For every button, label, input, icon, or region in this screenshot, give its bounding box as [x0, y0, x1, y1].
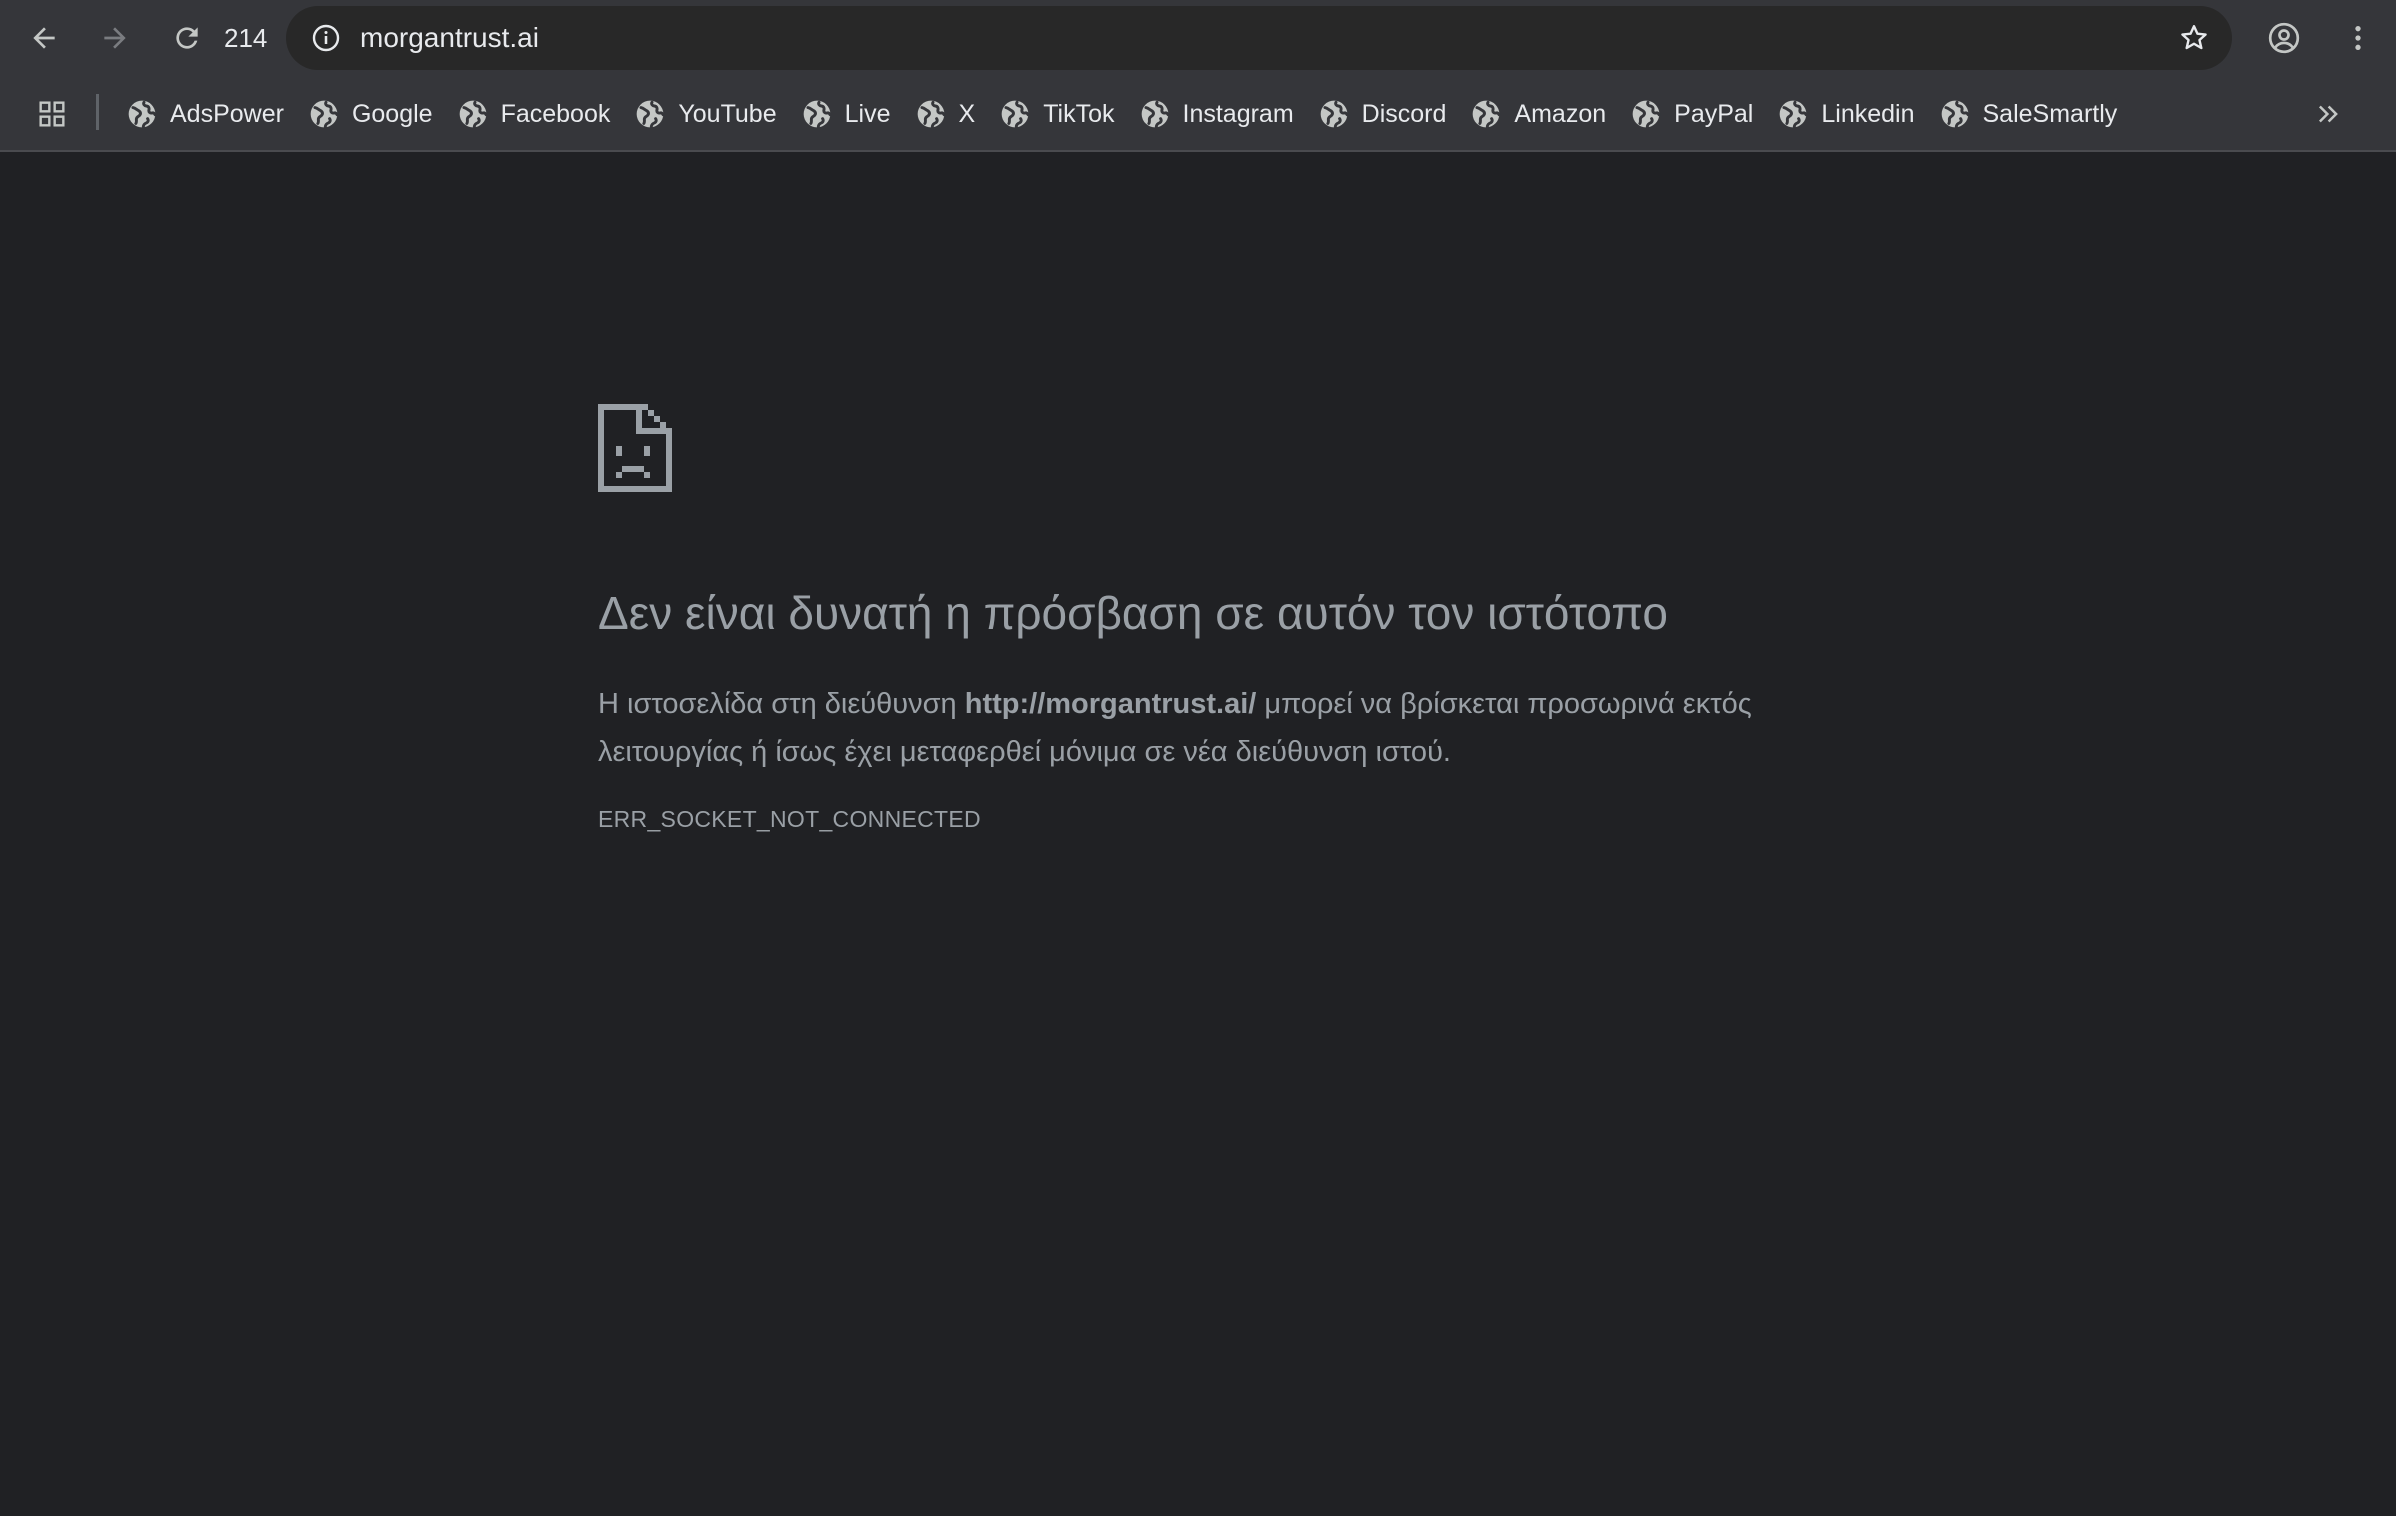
info-icon — [312, 24, 340, 52]
globe-icon — [637, 100, 665, 129]
arrow-back-icon — [33, 27, 55, 49]
browser-window: 214 morgantrust.ai AdsPower Google Faceb… — [0, 0, 2396, 1516]
bookmark-amazon[interactable]: Amazon — [1458, 90, 1618, 138]
bookmark-label: TikTok — [1043, 99, 1115, 128]
globe-icon — [1941, 100, 1970, 129]
bookmark-discord[interactable]: Discord — [1306, 90, 1459, 138]
bookmark-label: Facebook — [500, 99, 611, 128]
bookmark-paypal[interactable]: PayPal — [1618, 90, 1765, 138]
bookmark-label: Amazon — [1514, 99, 1607, 128]
bookmark-adspower[interactable]: AdsPower — [114, 90, 296, 138]
arrow-forward-icon — [104, 27, 126, 49]
error-description-text: Η ιστοσελίδα στη διεύθυνση — [598, 688, 965, 720]
browser-toolbar: 214 morgantrust.ai — [0, 0, 2396, 76]
address-bar[interactable]: morgantrust.ai — [286, 6, 2232, 70]
apps-button[interactable] — [24, 86, 80, 142]
globe-icon — [459, 100, 488, 129]
bookmarks-bar: AdsPower Google Facebook YouTube Live X — [0, 76, 2396, 152]
bookmarks-list: AdsPower Google Facebook YouTube Live X — [114, 90, 2129, 138]
bookmark-facebook[interactable]: Facebook — [445, 90, 623, 138]
bookmark-label: Live — [844, 99, 891, 128]
globe-icon — [1320, 100, 1349, 129]
globe-icon — [1141, 100, 1170, 129]
bookmark-star-button[interactable] — [2166, 10, 2222, 66]
bookmarks-divider — [96, 94, 99, 130]
error-description: Η ιστοσελίδα στη διεύθυνση http://morgan… — [598, 680, 1818, 776]
bookmark-label: Discord — [1361, 99, 1447, 128]
bookmark-label: Linkedin — [1821, 99, 1915, 128]
error-title: Δεν είναι δυνατή η πρόσβαση σε αυτόν τον… — [598, 587, 1668, 639]
reload-button[interactable] — [159, 10, 215, 66]
bookmark-label: PayPal — [1674, 99, 1754, 128]
bookmark-label: AdsPower — [170, 99, 284, 128]
forward-button[interactable] — [87, 10, 143, 66]
profile-button[interactable] — [2256, 10, 2312, 66]
globe-icon — [1473, 100, 1501, 129]
globe-icon — [803, 100, 832, 129]
bookmark-label: Instagram — [1182, 99, 1294, 128]
vertical-dots-icon — [2355, 26, 2361, 50]
url-text[interactable]: morgantrust.ai — [360, 6, 539, 70]
account-circle-icon — [2268, 22, 2300, 54]
star-outline-icon — [2181, 25, 2207, 50]
menu-button[interactable] — [2330, 10, 2386, 66]
back-button[interactable] — [16, 10, 72, 66]
globe-icon — [128, 100, 157, 129]
globe-icon — [1001, 100, 1030, 129]
globe-icon — [1632, 100, 1661, 129]
site-info-button[interactable] — [300, 12, 352, 64]
error-code: ERR_SOCKET_NOT_CONNECTED — [598, 806, 981, 832]
globe-icon — [1780, 100, 1808, 129]
bookmark-x[interactable]: X — [903, 90, 988, 138]
grid-icon — [39, 101, 65, 127]
bookmark-label: SaleSmartly — [1982, 99, 2118, 128]
reload-icon — [176, 27, 198, 49]
globe-icon — [917, 100, 946, 129]
bookmark-linkedin[interactable]: Linkedin — [1765, 90, 1926, 138]
bookmark-live[interactable]: Live — [789, 90, 903, 138]
page-content: Δεν είναι δυνατή η πρόσβαση σε αυτόν τον… — [0, 154, 2396, 1516]
bookmark-tiktok[interactable]: TikTok — [987, 90, 1126, 138]
globe-icon — [310, 100, 339, 129]
bookmark-instagram[interactable]: Instagram — [1127, 90, 1306, 138]
bookmark-salesmartly[interactable]: SaleSmartly — [1927, 90, 2130, 138]
bookmark-label: YouTube — [678, 99, 777, 128]
error-url: http://morgantrust.ai/ — [964, 688, 1257, 720]
bookmark-google[interactable]: Google — [296, 90, 445, 138]
tab-count[interactable]: 214 — [224, 20, 267, 56]
bookmark-label: Google — [351, 99, 433, 128]
sad-document-icon — [598, 404, 672, 497]
double-chevron-right-icon — [2318, 105, 2338, 123]
bookmark-youtube[interactable]: YouTube — [622, 90, 788, 138]
more-bookmarks-button[interactable] — [2300, 86, 2356, 142]
bookmark-label: X — [958, 99, 976, 128]
